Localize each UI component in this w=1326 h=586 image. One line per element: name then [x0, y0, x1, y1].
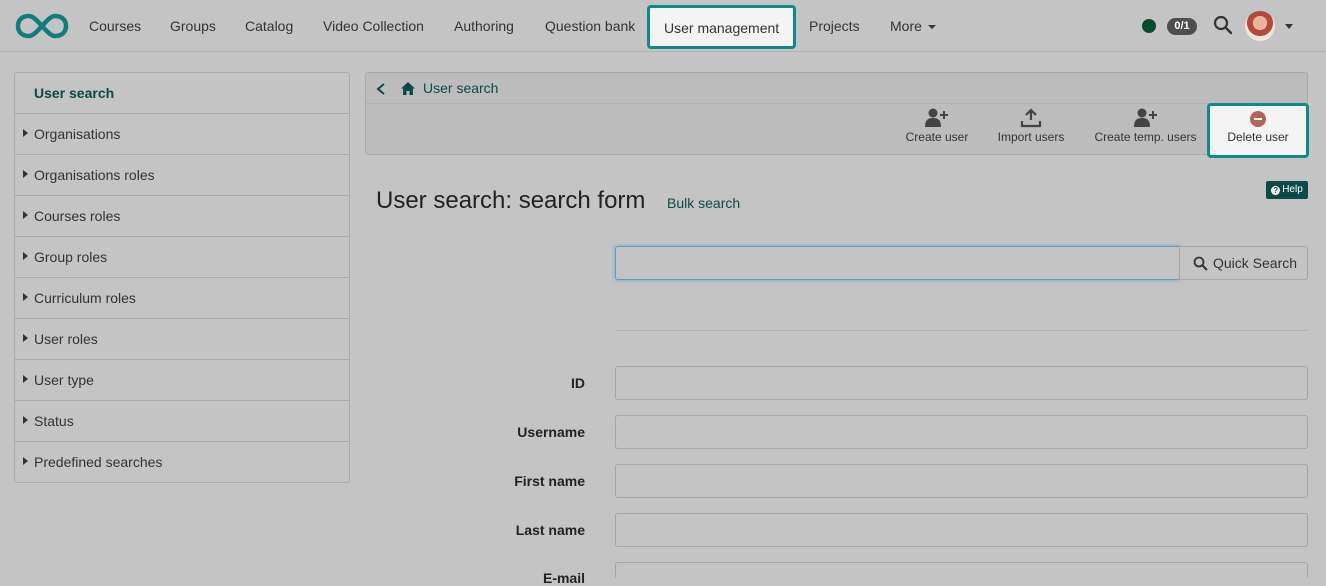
nav-more[interactable]: More	[890, 0, 936, 52]
first-name-label: First name	[514, 473, 585, 489]
sidebar-item-user-type[interactable]: User type	[15, 360, 349, 401]
sidebar-item-organisations[interactable]: Organisations	[15, 114, 349, 155]
create-temp-users-label: Create temp. users	[1094, 130, 1197, 144]
help-label: Help	[1282, 184, 1303, 195]
sidebar-item-courses-roles[interactable]: Courses roles	[15, 196, 349, 237]
online-status-icon[interactable]	[1142, 19, 1156, 33]
quick-search-button[interactable]: Quick Search	[1179, 246, 1308, 280]
sidebar-item-label: Courses roles	[34, 208, 121, 224]
divider	[615, 330, 1308, 331]
first-name-field[interactable]	[615, 464, 1308, 498]
nav-projects[interactable]: Projects	[809, 0, 860, 52]
search-icon[interactable]	[1213, 15, 1233, 35]
nav-authoring[interactable]: Authoring	[454, 0, 514, 52]
upload-icon	[1020, 108, 1042, 128]
nav-question-bank[interactable]: Question bank	[545, 0, 635, 52]
create-user-label: Create user	[905, 130, 969, 144]
sidebar-item-label: User type	[34, 372, 94, 388]
sidebar-item-label: Organisations roles	[34, 167, 155, 183]
chevron-down-icon	[927, 25, 936, 30]
caret-right-icon[interactable]	[23, 170, 28, 178]
nav-catalog[interactable]: Catalog	[245, 0, 293, 52]
caret-right-icon[interactable]	[23, 457, 28, 465]
back-arrow-icon[interactable]	[375, 82, 387, 96]
sidebar-item-status[interactable]: Status	[15, 401, 349, 442]
sidebar-item-predefined-searches[interactable]: Predefined searches	[15, 442, 349, 483]
breadcrumb-user-search[interactable]: User search	[423, 73, 498, 104]
caret-right-icon[interactable]	[23, 416, 28, 424]
sidebar: User search Organisations Organisations …	[14, 72, 350, 483]
sidebar-item-label: Organisations	[34, 126, 121, 142]
nav-video-collection[interactable]: Video Collection	[323, 0, 424, 52]
sidebar-item-organisations-roles[interactable]: Organisations roles	[15, 155, 349, 196]
create-user-button[interactable]: Create user	[904, 104, 970, 154]
breadcrumb: User search	[366, 73, 1307, 104]
create-temp-users-button[interactable]: Create temp. users	[1093, 104, 1198, 154]
email-field[interactable]	[615, 562, 1308, 578]
nav-user-management[interactable]: User management	[647, 5, 797, 49]
delete-user-button[interactable]: Delete user	[1207, 103, 1309, 158]
nav-courses[interactable]: Courses	[89, 0, 141, 52]
caret-right-icon[interactable]	[23, 211, 28, 219]
caret-right-icon[interactable]	[23, 129, 28, 137]
email-label: E-mail	[542, 570, 585, 586]
import-users-label: Import users	[997, 130, 1065, 144]
top-navigation: Courses Groups Catalog Video Collection …	[0, 0, 1326, 52]
username-label: Username	[517, 424, 585, 440]
quick-search-input[interactable]	[615, 246, 1180, 280]
delete-user-label: Delete user	[1227, 130, 1289, 144]
sidebar-item-group-roles[interactable]: Group roles	[15, 237, 349, 278]
page-title: User search: search form	[376, 187, 646, 214]
help-icon: ?	[1271, 186, 1281, 195]
search-icon	[1193, 256, 1208, 271]
caret-right-icon[interactable]	[23, 252, 28, 260]
sidebar-item-label: Status	[34, 413, 74, 429]
sidebar-item-label: User roles	[34, 331, 98, 347]
notification-badge[interactable]: 0/1	[1167, 18, 1197, 35]
bulk-search-link[interactable]: Bulk search	[667, 195, 740, 211]
sidebar-item-label: User search	[34, 85, 115, 101]
caret-right-icon[interactable]	[23, 375, 28, 383]
openolat-logo[interactable]	[15, 12, 69, 40]
home-icon[interactable]	[400, 81, 416, 96]
avatar[interactable]	[1245, 11, 1275, 41]
nav-groups[interactable]: Groups	[170, 0, 216, 52]
sidebar-item-user-search[interactable]: User search	[15, 73, 349, 114]
last-name-field[interactable]	[615, 513, 1308, 547]
add-user-icon	[1133, 108, 1157, 127]
sidebar-item-label: Group roles	[34, 249, 108, 265]
help-button[interactable]: ? Help	[1266, 181, 1308, 199]
sidebar-item-label: Curriculum roles	[34, 290, 136, 306]
nav-more-label: More	[890, 18, 922, 34]
chevron-down-icon[interactable]	[1285, 24, 1293, 29]
add-user-icon	[925, 108, 948, 127]
id-label: ID	[571, 375, 585, 391]
id-field[interactable]	[615, 366, 1308, 400]
username-field[interactable]	[615, 415, 1308, 449]
last-name-label: Last name	[515, 522, 585, 538]
sidebar-item-label: Predefined searches	[34, 454, 163, 470]
sidebar-item-curriculum-roles[interactable]: Curriculum roles	[15, 278, 349, 319]
sidebar-item-user-roles[interactable]: User roles	[15, 319, 349, 360]
quick-search-label: Quick Search	[1213, 255, 1298, 271]
minus-circle-icon	[1250, 111, 1266, 127]
caret-right-icon[interactable]	[23, 293, 28, 301]
caret-right-icon[interactable]	[23, 334, 28, 342]
import-users-button[interactable]: Import users	[995, 104, 1067, 154]
